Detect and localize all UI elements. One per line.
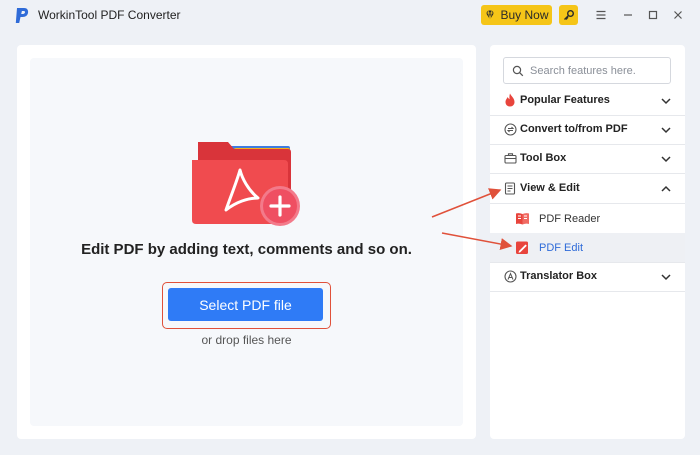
feature-description: Edit PDF by adding text, comments and so…	[81, 241, 412, 258]
flame-icon	[503, 93, 517, 107]
minimize-icon	[624, 14, 632, 16]
menu-button[interactable]	[594, 8, 608, 22]
sidebar-section-popular-features[interactable]: Popular Features	[490, 86, 685, 115]
app-title: WorkinTool PDF Converter	[38, 8, 181, 22]
chevron-up-icon	[661, 185, 671, 192]
title-bar: WorkinTool PDF Converter Buy Now	[0, 0, 700, 30]
convert-icon	[503, 122, 517, 136]
divider	[490, 291, 685, 292]
chevron-down-icon	[661, 98, 671, 105]
chevron-down-icon	[661, 156, 671, 163]
section-label: Convert to/from PDF	[520, 123, 628, 135]
buy-now-button[interactable]: Buy Now	[481, 5, 552, 25]
pdf-folder-illustration	[192, 142, 300, 226]
toolbox-icon	[503, 151, 517, 165]
maximize-icon	[648, 10, 658, 20]
pdf-reader-icon	[515, 211, 530, 226]
sidebar-item-pdf-reader[interactable]: PDF Reader	[490, 204, 685, 233]
minimize-button[interactable]	[621, 8, 635, 22]
translator-icon	[503, 269, 517, 283]
select-pdf-file-button[interactable]: Select PDF file	[168, 288, 323, 321]
sidebar-section-view-edit[interactable]: View & Edit	[490, 174, 685, 203]
pdf-edit-icon	[515, 240, 530, 255]
section-label: Translator Box	[520, 270, 598, 282]
maximize-button[interactable]	[646, 8, 660, 22]
sidebar-section-translator-box[interactable]: Translator Box	[490, 262, 685, 291]
diamond-icon	[486, 10, 495, 20]
sidebar-item-label: PDF Reader	[539, 213, 601, 225]
search-icon	[512, 65, 524, 76]
close-button[interactable]	[671, 8, 685, 22]
view-edit-icon	[503, 181, 517, 195]
search-input[interactable]	[530, 64, 668, 77]
drop-files-hint: or drop files here	[201, 333, 292, 347]
section-label: View & Edit	[520, 182, 580, 194]
activate-key-button[interactable]	[559, 5, 578, 25]
section-label: Tool Box	[520, 152, 567, 164]
chevron-down-icon	[661, 274, 671, 281]
sidebar-item-label: PDF Edit	[539, 242, 584, 254]
close-icon	[674, 11, 682, 19]
sidebar-item-pdf-edit[interactable]: PDF Edit	[490, 233, 685, 262]
section-label: Popular Features	[520, 94, 610, 106]
hamburger-icon	[596, 10, 606, 20]
sidebar-section-tool-box[interactable]: Tool Box	[490, 144, 685, 173]
chevron-down-icon	[661, 127, 671, 134]
sidebar-section-convert[interactable]: Convert to/from PDF	[490, 115, 685, 144]
app-logo-icon	[15, 8, 29, 23]
buy-now-label: Buy Now	[500, 8, 549, 22]
feature-search[interactable]	[503, 57, 671, 84]
key-icon	[563, 10, 574, 20]
